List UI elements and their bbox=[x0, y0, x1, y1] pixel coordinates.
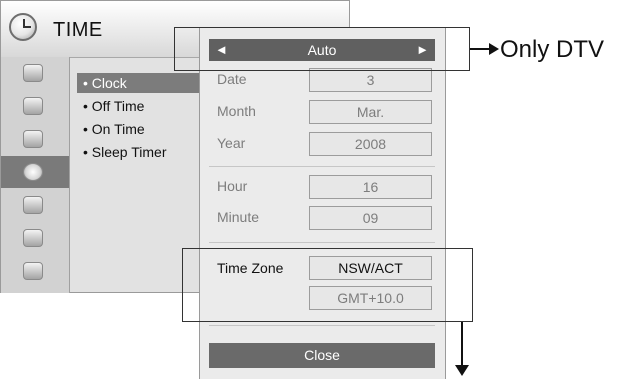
arrow-head-icon bbox=[489, 43, 499, 55]
close-button[interactable]: Close bbox=[209, 343, 435, 368]
divider bbox=[209, 325, 435, 326]
input-icon bbox=[23, 229, 43, 247]
minute-field[interactable]: 09 bbox=[309, 206, 432, 230]
picture-icon bbox=[23, 64, 43, 82]
right-arrow-icon bbox=[470, 48, 490, 50]
hour-label: Hour bbox=[217, 178, 248, 194]
down-arrow-icon bbox=[461, 322, 463, 366]
sidebar-item-audio[interactable] bbox=[1, 123, 69, 155]
divider bbox=[209, 242, 435, 243]
menu-item-off-time[interactable]: • Off Time bbox=[77, 96, 197, 116]
menu-title: TIME bbox=[53, 19, 103, 41]
sidebar-item-picture[interactable] bbox=[1, 57, 69, 89]
menu-item-clock[interactable]: • Clock bbox=[77, 73, 203, 93]
arrow-head-icon bbox=[455, 365, 469, 376]
only-dtv-note: Only DTV bbox=[500, 36, 605, 63]
menu-item-on-time[interactable]: • On Time bbox=[77, 119, 197, 139]
sidebar-item-support[interactable] bbox=[1, 255, 69, 287]
support-icon bbox=[23, 262, 43, 280]
month-field[interactable]: Mar. bbox=[309, 100, 432, 124]
sidebar-item-lock[interactable] bbox=[1, 189, 69, 221]
audio-icon bbox=[23, 130, 43, 148]
year-field[interactable]: 2008 bbox=[309, 132, 432, 156]
menu-item-sleep-timer[interactable]: • Sleep Timer bbox=[77, 142, 197, 162]
clock-settings-dialog: Auto ◄ ► Date 3 Month Mar. Year 2008 Hou… bbox=[199, 27, 446, 379]
hour-field[interactable]: 16 bbox=[309, 175, 432, 199]
year-label: Year bbox=[217, 135, 246, 151]
dtv-callout-box bbox=[174, 27, 470, 71]
sidebar-item-time[interactable] bbox=[1, 156, 69, 188]
lock-icon bbox=[23, 196, 43, 214]
time-icon bbox=[23, 163, 43, 181]
month-label: Month bbox=[217, 103, 256, 119]
clock-icon bbox=[9, 13, 37, 41]
sidebar-item-screen[interactable] bbox=[1, 90, 69, 122]
minute-label: Minute bbox=[217, 209, 260, 225]
screen-icon bbox=[23, 97, 43, 115]
divider bbox=[209, 166, 435, 167]
sidebar-item-input[interactable] bbox=[1, 222, 69, 254]
category-sidebar bbox=[1, 57, 70, 293]
date-field[interactable]: 3 bbox=[309, 68, 432, 92]
time-zone-callout-box bbox=[182, 248, 473, 322]
